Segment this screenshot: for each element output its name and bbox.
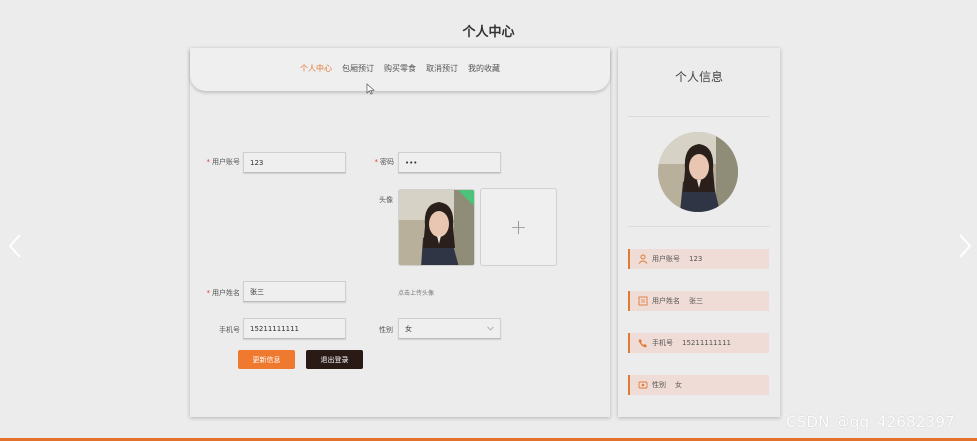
profile-account-value: 123 <box>689 255 703 263</box>
profile-phone-value: 15211111111 <box>682 339 731 347</box>
gender-select-value: 女 <box>405 324 412 333</box>
password-label: * 密码 <box>374 158 395 166</box>
profile-avatar <box>658 132 738 212</box>
nav-item-room-booking[interactable]: 包厢预订 <box>342 63 374 74</box>
profile-title: 个人信息 <box>674 70 723 84</box>
nav-item-cancel-booking[interactable]: 取消预订 <box>426 63 458 74</box>
avatar-photo <box>399 190 474 265</box>
logout-button[interactable]: 退出登录 <box>306 350 363 369</box>
carousel-prev-arrow[interactable] <box>5 228 25 264</box>
user-form-panel: 个人中心 包厢预订 购买零食 取消预订 我的收藏 * 用户账号 123 * 密码 •… <box>190 48 610 417</box>
chevron-right-icon <box>959 234 972 258</box>
profile-phone-label: 手机号 <box>652 339 673 347</box>
account-label: * 用户账号 <box>206 158 241 166</box>
phone-icon <box>638 339 647 348</box>
mouse-cursor-icon <box>366 83 375 95</box>
avatar-upload-button[interactable]: + <box>480 188 557 266</box>
id-card-icon <box>638 296 648 306</box>
avatar-preview[interactable] <box>398 189 475 266</box>
profile-name-label: 用户姓名 <box>652 297 680 305</box>
profile-row-account: 用户账号 123 <box>628 249 769 269</box>
nav-item-my-favorites[interactable]: 我的收藏 <box>468 63 500 74</box>
profile-gender-value: 女 <box>675 381 682 389</box>
gender-select[interactable]: 女 <box>398 318 501 339</box>
password-input[interactable]: ••• <box>398 152 501 173</box>
gender-label: 性别 <box>379 326 393 334</box>
profile-divider-bottom <box>628 226 770 227</box>
profile-account-label: 用户账号 <box>652 255 680 263</box>
page-title: 个人中心 <box>462 25 515 40</box>
nav-item-buy-snacks[interactable]: 购买零食 <box>384 63 416 74</box>
profile-row-phone: 手机号 15211111111 <box>628 333 769 353</box>
csdn-watermark: CSDN @qq_42682397 <box>786 413 955 431</box>
profile-name-value: 张三 <box>689 297 703 305</box>
user-center-nav: 个人中心 包厢预订 购买零食 取消预订 我的收藏 <box>190 48 610 91</box>
profile-row-name: 用户姓名 张三 <box>628 291 769 311</box>
profile-divider-top <box>628 116 770 117</box>
gender-icon <box>638 381 648 389</box>
plus-icon: + <box>510 215 527 239</box>
chevron-left-icon <box>8 234 21 258</box>
name-input[interactable]: 张三 <box>243 281 346 302</box>
nav-item-user-center[interactable]: 个人中心 <box>300 63 332 74</box>
avatar-label: 头像 <box>379 196 393 204</box>
save-info-button[interactable]: 更新信息 <box>238 350 295 369</box>
name-label: * 用户姓名 <box>206 289 241 297</box>
chevron-down-icon <box>487 326 494 331</box>
profile-row-gender: 性别 女 <box>628 375 769 395</box>
avatar-upload-hint: 点击上传头像 <box>398 290 435 297</box>
account-input[interactable]: 123 <box>243 152 346 173</box>
profile-avatar-photo <box>658 132 738 212</box>
phone-input[interactable]: 15211111111 <box>243 318 346 339</box>
carousel-next-arrow[interactable] <box>955 228 975 264</box>
profile-info-panel: 个人信息 用户账号 123 用户姓名 张三 手机号 15211111111 性别… <box>618 48 780 417</box>
profile-gender-label: 性别 <box>652 381 666 389</box>
phone-label: 手机号 <box>219 326 240 334</box>
user-icon <box>638 254 648 264</box>
